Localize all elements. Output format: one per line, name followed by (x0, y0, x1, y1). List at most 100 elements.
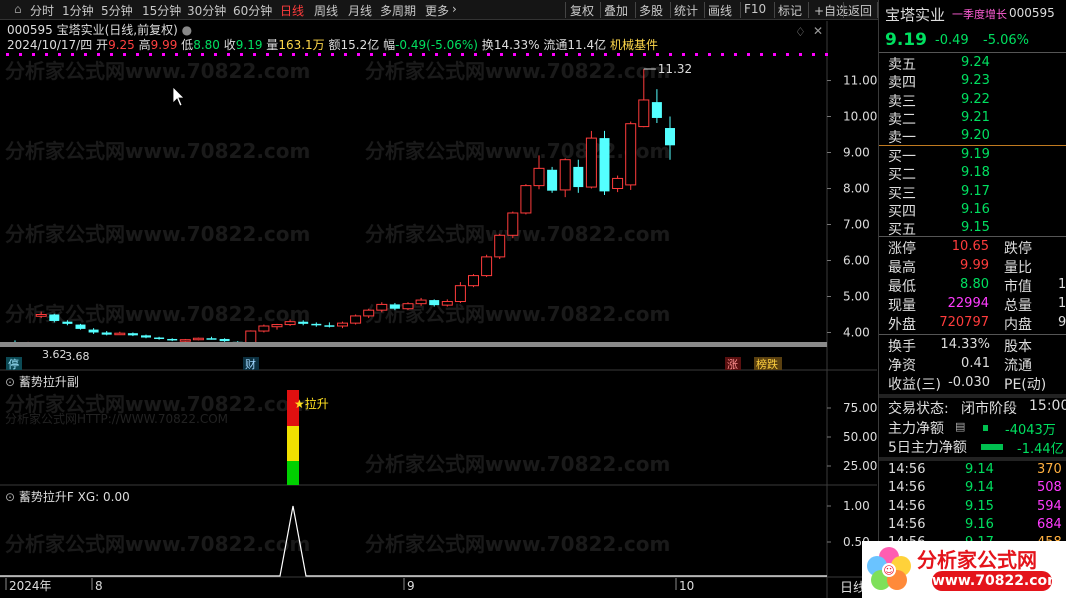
period-tab-3[interactable]: 15分钟 (142, 2, 181, 19)
ask-price: 9.22 (961, 91, 990, 107)
toolbar-right-3[interactable]: 统计 (674, 2, 698, 19)
candle-body (206, 338, 217, 340)
stat2-label: 净资 (888, 358, 916, 374)
toolbar-right-2[interactable]: 多股 (639, 2, 663, 19)
time-label: 2024年 (9, 579, 52, 593)
toolbar-right-1[interactable]: 叠加 (604, 2, 628, 19)
limit-dot (630, 53, 633, 56)
marker-cai[interactable]: 财 (245, 357, 256, 371)
chart-close-icon[interactable]: ✕ (813, 24, 823, 38)
sub1-collapse-icon[interactable]: ⊙ (5, 375, 15, 389)
limit-dot (344, 53, 347, 56)
period-tab-8[interactable]: 月线 (348, 2, 372, 19)
limit-dot (539, 53, 542, 56)
period-tab-9[interactable]: 多周期 (380, 2, 416, 19)
stat-label: 涨停 (888, 241, 916, 257)
limit-dot (409, 53, 412, 56)
kline-chart-area[interactable]: 11.00 10.00 9.00 8.00 7.00 6.00 5.00 4.00 11.32 3… (0, 21, 877, 598)
period-tab-4[interactable]: 30分钟 (187, 2, 226, 19)
period-tab-10[interactable]: 更多 (425, 2, 449, 19)
panel-sep (879, 334, 1066, 335)
stat-label-2: 内盘 (1004, 317, 1032, 333)
period-tab-1[interactable]: 1分钟 (62, 2, 94, 19)
sub2-collapse-icon[interactable]: ⊙ (5, 490, 15, 504)
candle-body (625, 123, 637, 186)
main-net-label: 主力净额 (888, 421, 944, 437)
ask-price: 9.20 (961, 128, 990, 144)
limit-dot (656, 53, 659, 56)
price-change: -0.49 (935, 33, 969, 48)
limit-dot (58, 53, 61, 56)
period-tab-2[interactable]: 5分钟 (101, 2, 133, 19)
bid-label: 买三 (888, 185, 916, 202)
period-tab-5[interactable]: 60分钟 (233, 2, 272, 19)
stat2-label: 换手 (888, 339, 916, 355)
toolbar-right-8[interactable]: 返回 (848, 2, 872, 19)
info-strip (0, 342, 827, 347)
panel-sep (879, 52, 1066, 53)
main-net-detail-icon[interactable]: ▤ (955, 420, 965, 433)
bid-price: 9.18 (961, 165, 990, 181)
limit-dot (357, 53, 360, 56)
bid-label: 买四 (888, 203, 916, 220)
candle-body (154, 337, 165, 340)
sub1-header: ⊙ 蓄势拉升副 (5, 373, 79, 390)
chart-pin-icon[interactable]: ♢ (795, 25, 806, 39)
trade-status: 闭市阶段 (961, 401, 1017, 417)
limit-dot (214, 53, 217, 56)
limit-dot (6, 53, 9, 56)
home-icon[interactable]: ⌂ (14, 2, 22, 16)
quote-panel: 宝塔实业 一季度增长 000595 9.19 -0.49 -5.06% 卖五 9.24 卖四 9.… (840, 0, 1066, 598)
sector-label[interactable]: 机械基件 (610, 38, 658, 52)
marker-ting[interactable]: 停 (8, 357, 19, 371)
stock-code: 000595 (1009, 6, 1055, 20)
period-tab-7[interactable]: 周线 (314, 2, 338, 19)
trade-time: 15:00 (1029, 398, 1066, 414)
toolbar-sep (740, 2, 741, 18)
limit-dot (448, 53, 451, 56)
period-tab-0[interactable]: 分时 (30, 2, 54, 19)
period-tab-6[interactable]: 日线 (280, 2, 304, 19)
limit-dot (786, 53, 789, 56)
stat-label-2: 量比 (1004, 260, 1032, 276)
panel-sep (879, 236, 1066, 237)
sub1-title: 蓄势拉升副 (18, 375, 79, 389)
limit-dot (266, 53, 269, 56)
settings-icon[interactable]: ● (182, 23, 192, 37)
stat2-label-2: 股本 (1004, 339, 1032, 355)
marker-bang[interactable]: 榜跌 (756, 357, 778, 371)
candle-body (494, 234, 506, 258)
marker-zhang[interactable]: 涨 (727, 358, 738, 371)
stat2-value: 14.33% (940, 337, 990, 352)
toolbar-right-0[interactable]: 复权 (570, 2, 594, 19)
toolbar-right-4[interactable]: 画线 (708, 2, 732, 19)
stat-label-2: 总量 (1004, 298, 1032, 314)
ask-label: 卖五 (888, 57, 916, 73)
candle-body (114, 332, 126, 336)
stat2-value: 0.41 (961, 356, 990, 371)
amt-label: 额 (328, 38, 341, 52)
main-net-bar (983, 425, 988, 431)
stat-value-2: 9 (1058, 315, 1066, 330)
high-label: 高 (138, 38, 151, 52)
open-label: 开 (96, 38, 109, 52)
candle-body (337, 322, 348, 327)
candle-body (35, 313, 47, 317)
candle-body (651, 102, 662, 118)
toolbar-sep (843, 2, 844, 18)
tick-volume: 370 (1037, 462, 1062, 477)
stat-label: 最低 (888, 279, 916, 295)
toolbar-right-5[interactable]: F10 (744, 2, 766, 16)
svg-text:☺: ☺ (883, 564, 894, 577)
toolbar-right-6[interactable]: 标记 (778, 2, 802, 19)
limit-dot (84, 53, 87, 56)
ask-price: 9.21 (961, 109, 990, 125)
stock-tag[interactable]: 一季度增长 (952, 6, 1007, 22)
limit-dot (136, 53, 139, 56)
close-label: 收 (223, 38, 236, 52)
time-label: 10 (679, 579, 694, 593)
limit-dot (201, 53, 204, 56)
more-chevron-icon[interactable]: › (452, 2, 457, 16)
tick-volume: 594 (1037, 498, 1062, 514)
limit-dot (461, 53, 464, 56)
